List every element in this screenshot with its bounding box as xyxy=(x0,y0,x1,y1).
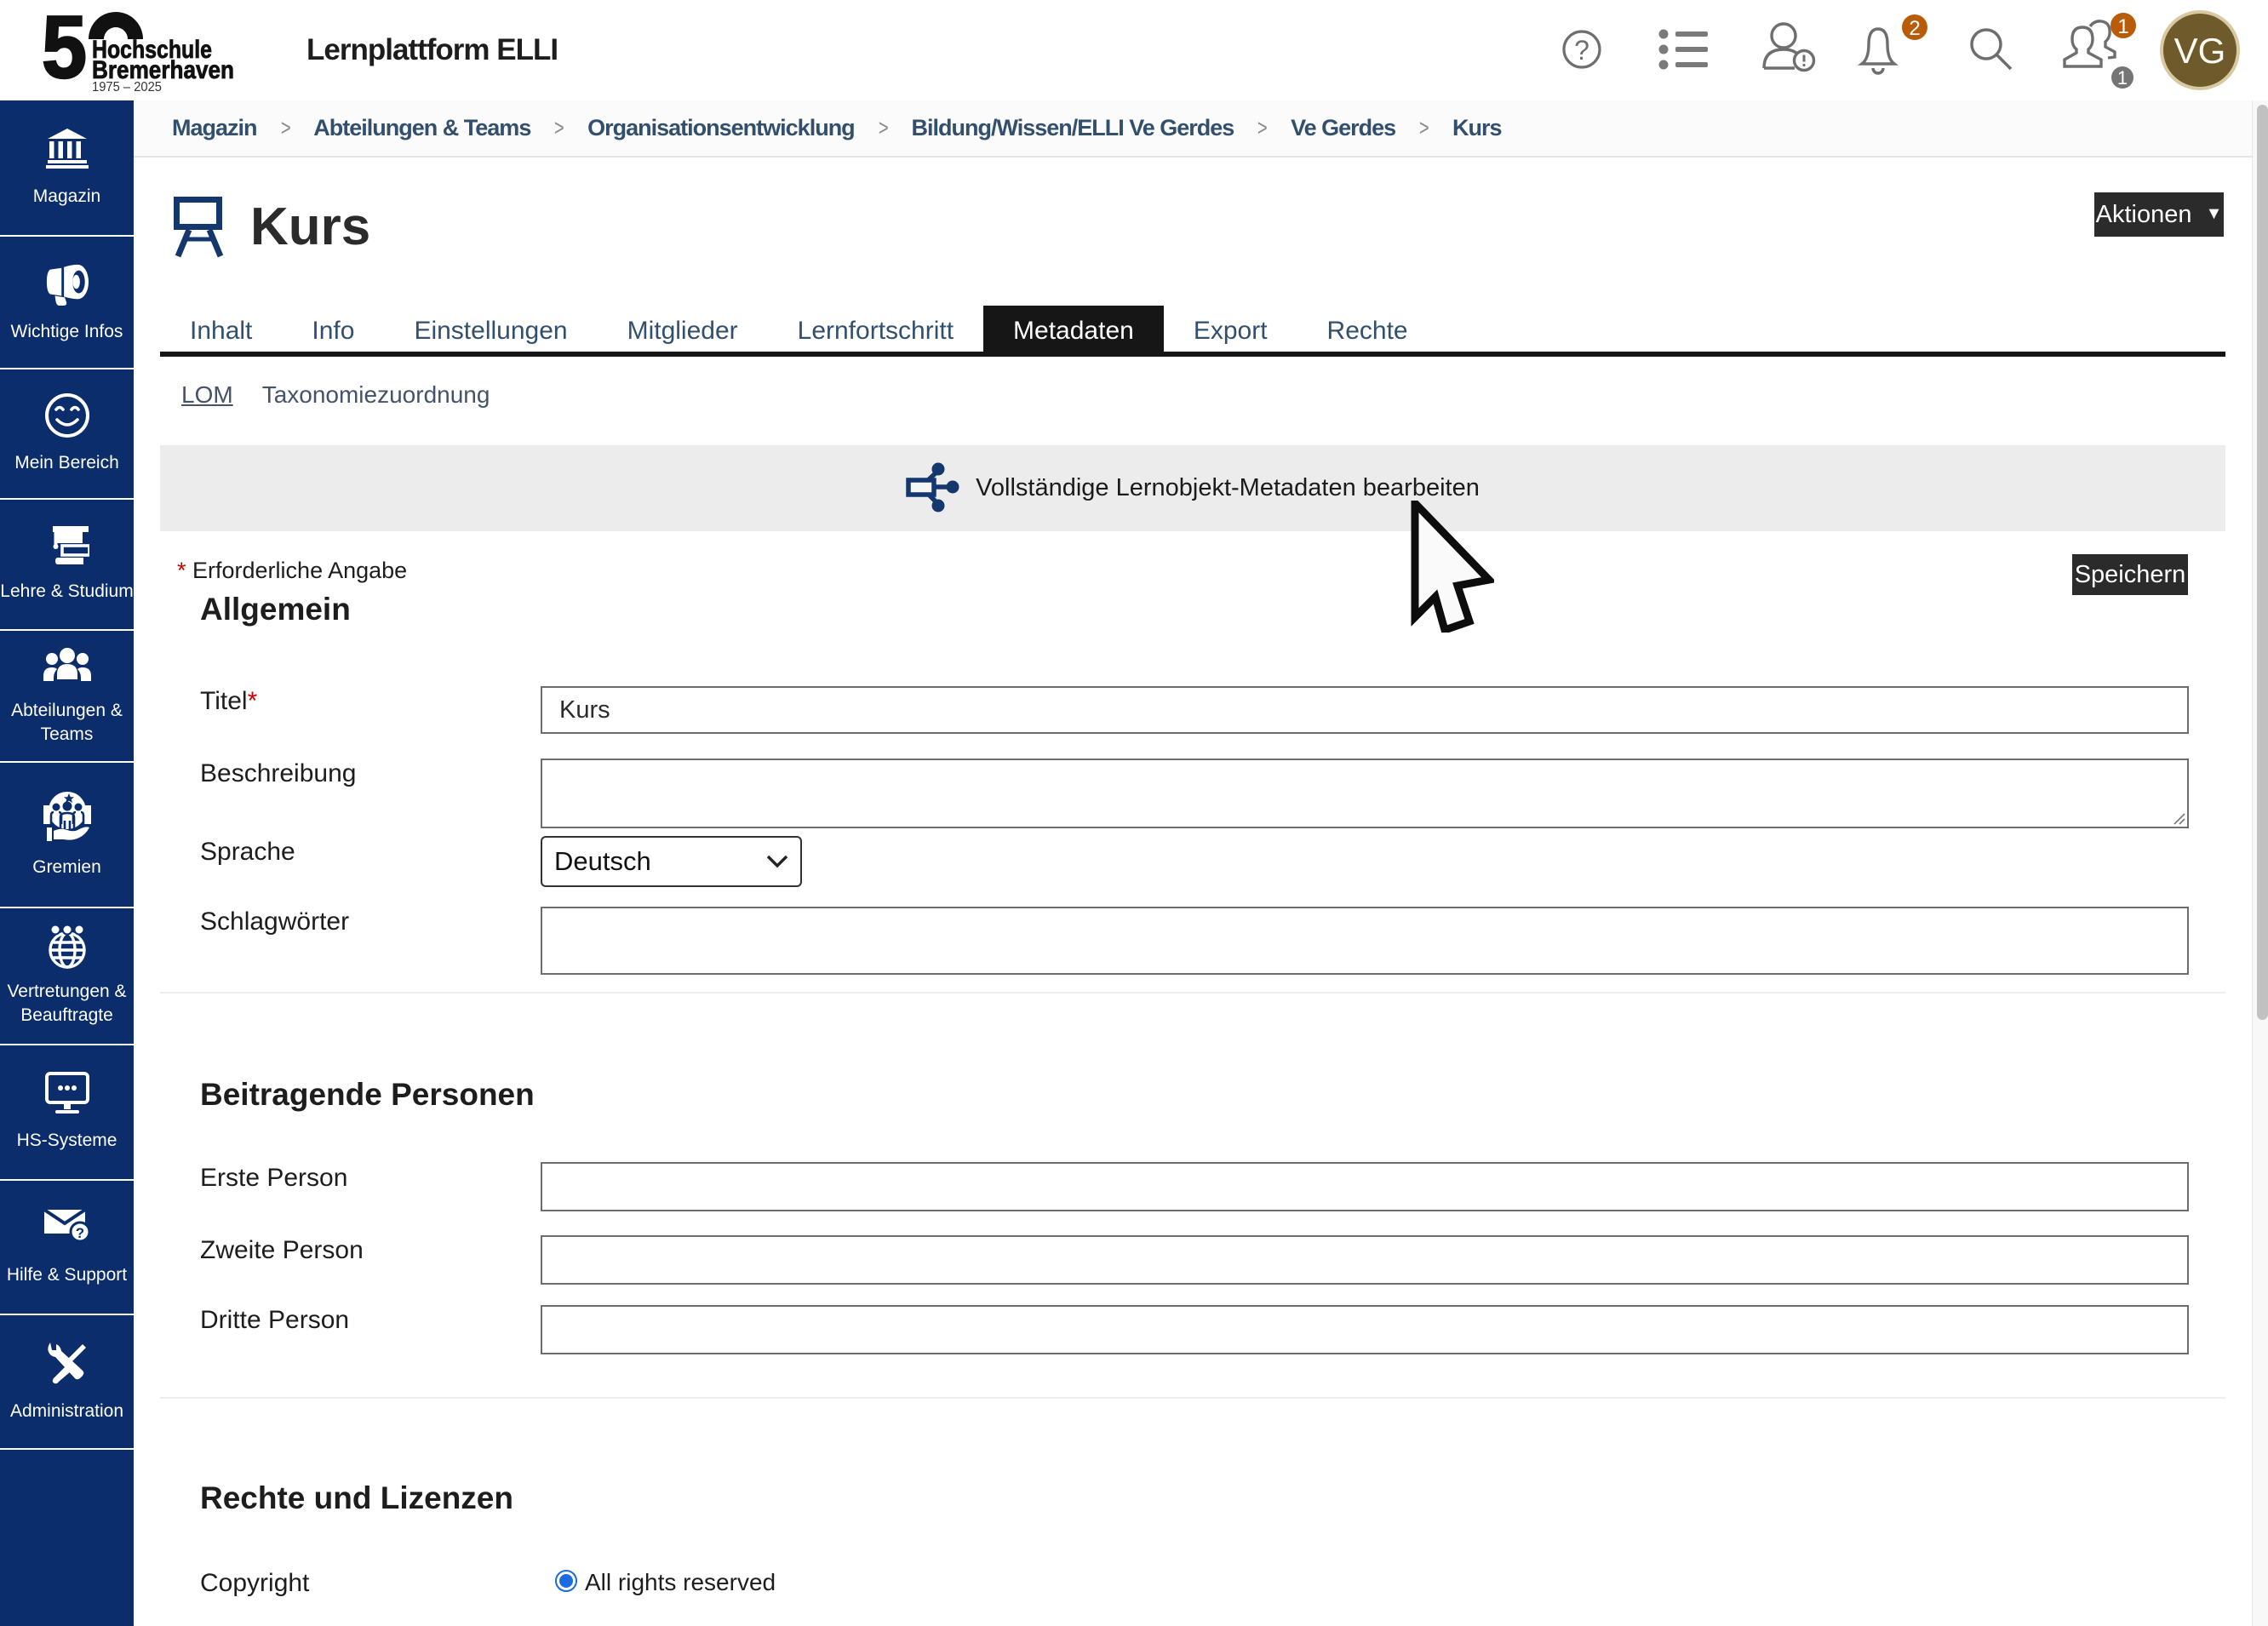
svg-text:1: 1 xyxy=(2117,67,2128,89)
svg-text:2: 2 xyxy=(1909,17,1920,40)
svg-text:5: 5 xyxy=(42,7,87,95)
svg-text:1975 – 2025: 1975 – 2025 xyxy=(92,80,162,94)
svg-text:?: ? xyxy=(75,1225,83,1241)
svg-text:1: 1 xyxy=(2117,15,2128,38)
svg-text:VG: VG xyxy=(2174,31,2226,71)
svg-text:?: ? xyxy=(1574,35,1589,66)
